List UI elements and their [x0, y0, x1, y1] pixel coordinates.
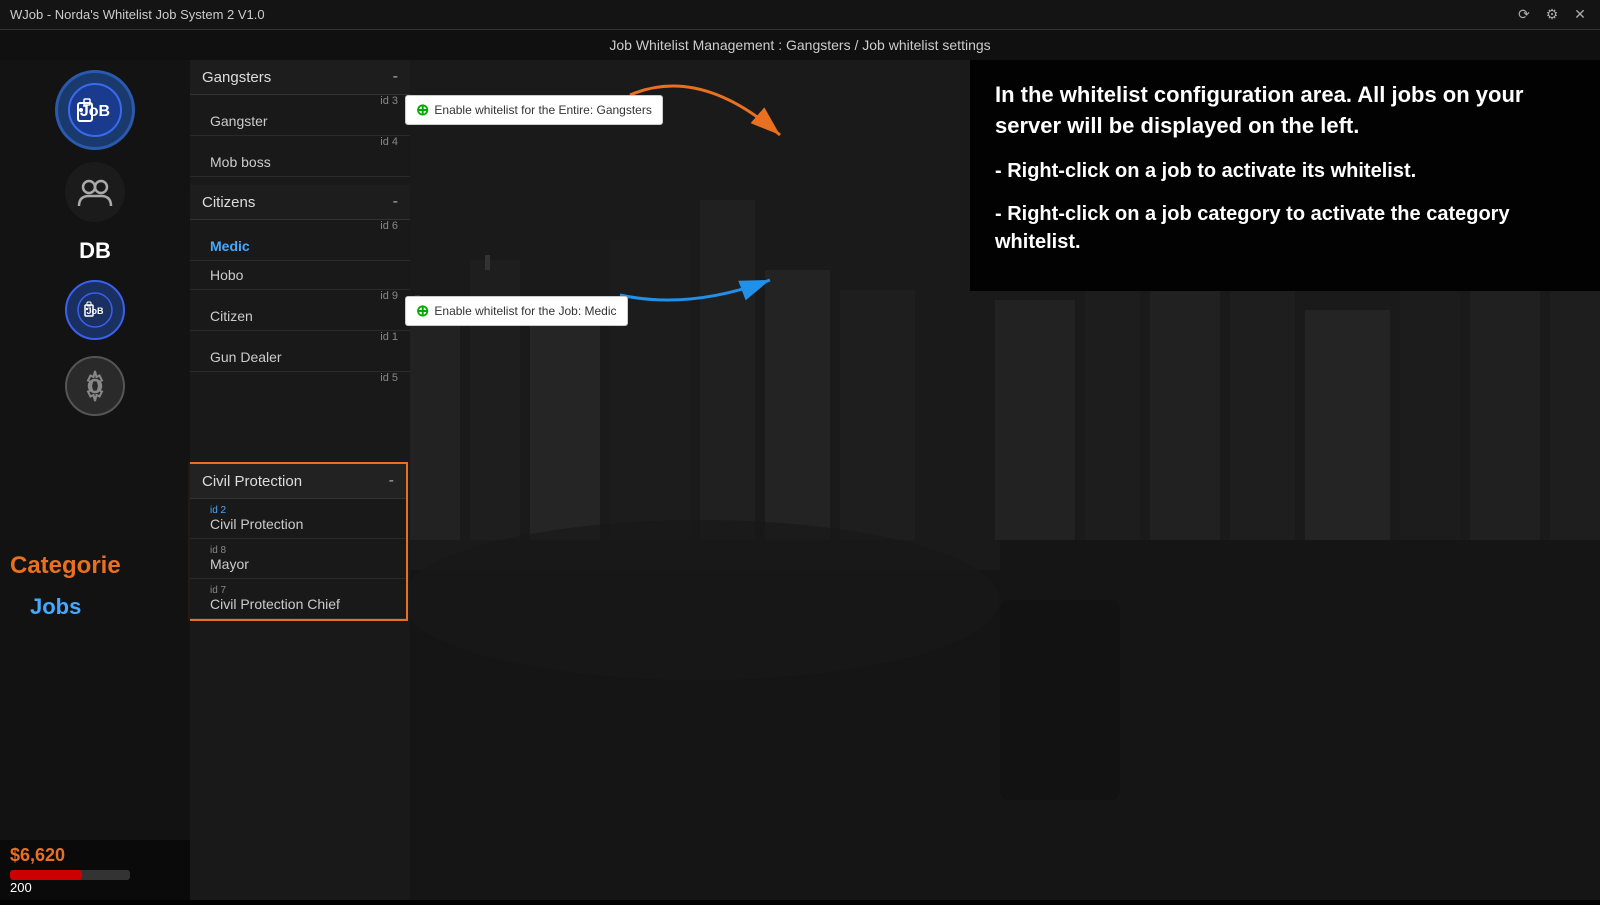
info-point-1-text: - Right-click on a job to activate its w…	[995, 160, 1416, 182]
wjob-logo[interactable]: JoB	[55, 70, 135, 150]
gun-dealer-label: Gun Dealer	[210, 349, 282, 365]
titlebar-title: WJob - Norda's Whitelist Job System 2 V1…	[0, 7, 265, 22]
sidebar: JoB DB JoB	[0, 60, 190, 900]
svg-text:JoB: JoB	[86, 306, 104, 316]
civil-protection-chief-job-item[interactable]: id 7 Civil Protection Chief	[190, 579, 406, 619]
categorie-text: Categorie	[10, 552, 121, 579]
info-point-2-text: - Right-click on a job category to activ…	[995, 203, 1510, 253]
civil-protection-section: Civil Protection - id 2 Civil Protection…	[188, 462, 408, 621]
refresh-button[interactable]: ⟳	[1514, 5, 1534, 25]
gangsters-collapse-icon[interactable]: -	[393, 68, 398, 86]
mob-boss-label: Mob boss	[210, 154, 271, 170]
jobs-label: Jobs	[30, 594, 81, 620]
civil-protection-category[interactable]: Civil Protection -	[190, 464, 406, 499]
gangsters-category[interactable]: Gangsters -	[190, 60, 410, 95]
medic-job-item[interactable]: Medic	[190, 232, 410, 261]
categorie-label: Categorie	[10, 552, 121, 580]
mayor-job-item[interactable]: id 8 Mayor	[190, 539, 406, 579]
titlebar-controls: ⟳ ⚙ ✕	[1514, 5, 1600, 25]
health-value: 200	[10, 880, 32, 895]
bottom-bar: $6,620 200	[0, 840, 190, 900]
jobs-text: Jobs	[30, 594, 81, 619]
wjob-small-icon[interactable]: JoB	[65, 280, 125, 340]
citizens-collapse-icon[interactable]: -	[393, 193, 398, 211]
gangsters-plus-icon: ⊕	[416, 100, 429, 120]
civil-protection-chief-label: Civil Protection Chief	[210, 596, 340, 612]
close-button[interactable]: ✕	[1570, 5, 1590, 25]
citizens-category[interactable]: Citizens -	[190, 185, 410, 220]
gangsters-id: id 3	[190, 95, 410, 107]
gun-dealer-id: id 5	[190, 372, 410, 384]
citizen-label: Citizen	[210, 308, 253, 324]
medic-plus-icon: ⊕	[416, 301, 429, 321]
db-label: DB	[79, 238, 111, 263]
medic-whitelist-tooltip[interactable]: ⊕ Enable whitelist for the Job: Medic	[405, 296, 628, 326]
gangsters-label: Gangsters	[202, 69, 271, 86]
citizens-id: id 6	[190, 220, 410, 232]
money-display: $6,620	[10, 845, 65, 866]
civil-protection-category-label: Civil Protection	[202, 473, 302, 490]
info-point-2: - Right-click on a job category to activ…	[995, 200, 1575, 256]
header-bar: Job Whitelist Management : Gangsters / J…	[0, 30, 1600, 60]
hobo-id: id 9	[190, 290, 410, 302]
citizen-job-item[interactable]: Citizen	[190, 302, 410, 331]
settings-button[interactable]: ⚙	[1542, 5, 1562, 25]
civil-protection-collapse-icon[interactable]: -	[389, 472, 394, 490]
gangster-label: Gangster	[210, 113, 268, 129]
mob-boss-job-item[interactable]: Mob boss	[190, 148, 410, 177]
gun-dealer-job-item[interactable]: Gun Dealer	[190, 343, 410, 372]
mayor-label: Mayor	[210, 556, 249, 572]
gangsters-tooltip-text: Enable whitelist for the Entire: Gangste…	[434, 103, 651, 117]
gear-nav-button[interactable]	[65, 356, 125, 416]
hobo-job-item[interactable]: Hobo	[190, 261, 410, 290]
civil-protection-job-item[interactable]: id 2 Civil Protection	[190, 499, 406, 539]
info-intro: In the whitelist configuration area. All…	[995, 80, 1575, 142]
titlebar: WJob - Norda's Whitelist Job System 2 V1…	[0, 0, 1600, 30]
hobo-label: Hobo	[210, 267, 243, 283]
civil-protection-job-id: id 2	[210, 505, 394, 516]
db-label-container: DB	[79, 238, 111, 264]
info-point-1: - Right-click on a job to activate its w…	[995, 157, 1575, 185]
info-panel: In the whitelist configuration area. All…	[970, 60, 1600, 291]
health-bar	[10, 870, 82, 880]
gangsters-whitelist-tooltip[interactable]: ⊕ Enable whitelist for the Entire: Gangs…	[405, 95, 663, 125]
users-nav-button[interactable]	[65, 162, 125, 222]
gangster-job-item[interactable]: Gangster	[190, 107, 410, 136]
civil-protection-job-label: Civil Protection	[210, 516, 303, 532]
civil-protection-chief-id: id 7	[210, 585, 394, 596]
gangster-id: id 4	[190, 136, 410, 148]
citizens-label: Citizens	[202, 194, 255, 211]
medic-tooltip-text: Enable whitelist for the Job: Medic	[434, 304, 616, 318]
citizen-id: id 1	[190, 331, 410, 343]
header-title: Job Whitelist Management : Gangsters / J…	[609, 37, 990, 53]
mayor-id: id 8	[210, 545, 394, 556]
health-bar-container	[10, 870, 130, 880]
medic-label: Medic	[210, 238, 250, 254]
